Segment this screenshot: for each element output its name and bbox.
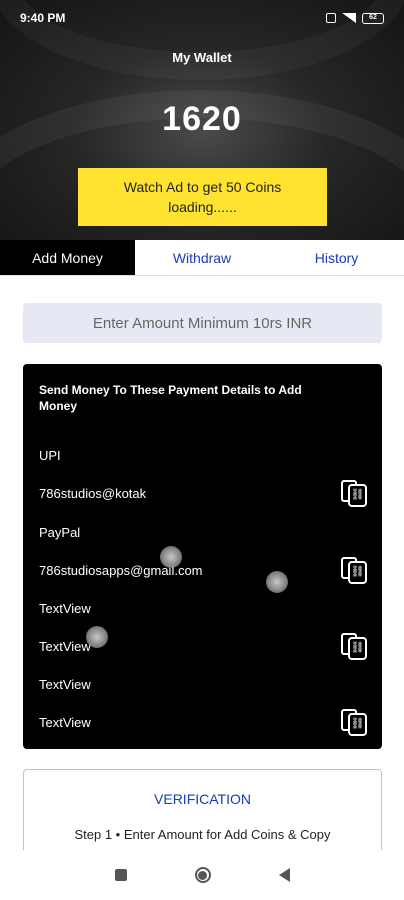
coin-balance: 1620: [162, 100, 242, 138]
copy-icon[interactable]: ⛓: [339, 478, 369, 508]
tab-history[interactable]: History: [269, 240, 404, 275]
system-nav-bar: [0, 850, 404, 900]
copy-icon[interactable]: ⛓: [339, 707, 369, 737]
touch-indicator: [266, 571, 288, 593]
signal-icon: [342, 13, 356, 23]
copy-icon[interactable]: ⛓: [339, 555, 369, 585]
copy-icon[interactable]: ⛓: [339, 631, 369, 661]
tab-withdraw[interactable]: Withdraw: [135, 240, 269, 275]
payment-row: 786studios@kotak ⛓: [39, 480, 369, 507]
touch-indicator: [160, 546, 182, 568]
payment-label: UPI: [39, 447, 61, 463]
status-time: 9:40 PM: [20, 11, 66, 25]
status-bar: 9:40 PM 62: [0, 0, 404, 36]
home-circle-icon[interactable]: [194, 867, 211, 883]
watch-ad-button[interactable]: Watch Ad to get 50 Coins loading......: [78, 168, 327, 226]
wallet-header: 9:40 PM 62 My Wallet 1620 Watch Ad to ge…: [0, 0, 404, 240]
payment-row: PayPal: [39, 521, 369, 543]
sim-icon: [326, 13, 336, 23]
verification-title: VERIFICATION: [154, 791, 251, 807]
upi-id: 786studios@kotak: [39, 485, 147, 501]
payment-row: TextView: [39, 597, 369, 619]
recents-square-icon[interactable]: [114, 869, 127, 881]
status-icons: 62: [326, 12, 384, 24]
payment-row: TextView: [39, 673, 369, 695]
payment-details-card: Send Money To These Payment Details to A…: [23, 364, 382, 749]
payment-label: TextView: [39, 676, 91, 692]
payment-row: TextView ⛓: [39, 709, 369, 736]
battery-icon: 62: [362, 12, 384, 24]
payment-label: TextView: [39, 600, 91, 616]
amount-input[interactable]: Enter Amount Minimum 10rs INR: [23, 303, 382, 343]
watch-ad-status: loading......: [168, 199, 237, 215]
payment-label: PayPal: [39, 524, 81, 540]
page-title: My Wallet: [172, 50, 232, 65]
tab-add-money[interactable]: Add Money: [0, 240, 135, 275]
verification-step: Step 1 • Enter Amount for Add Coins & Co…: [74, 827, 331, 842]
watch-ad-label: Watch Ad to get 50 Coins: [123, 179, 282, 195]
touch-indicator: [86, 626, 108, 648]
payment-value: TextView: [39, 638, 91, 654]
payment-value: TextView: [39, 714, 91, 730]
payment-instructions: Send Money To These Payment Details to A…: [39, 383, 302, 413]
payment-row: UPI: [39, 444, 369, 466]
wallet-tabs: Add Money Withdraw History: [0, 240, 404, 276]
payment-row: 786studiosapps@gmail.com ⛓: [39, 557, 369, 584]
back-triangle-icon[interactable]: [278, 868, 290, 882]
